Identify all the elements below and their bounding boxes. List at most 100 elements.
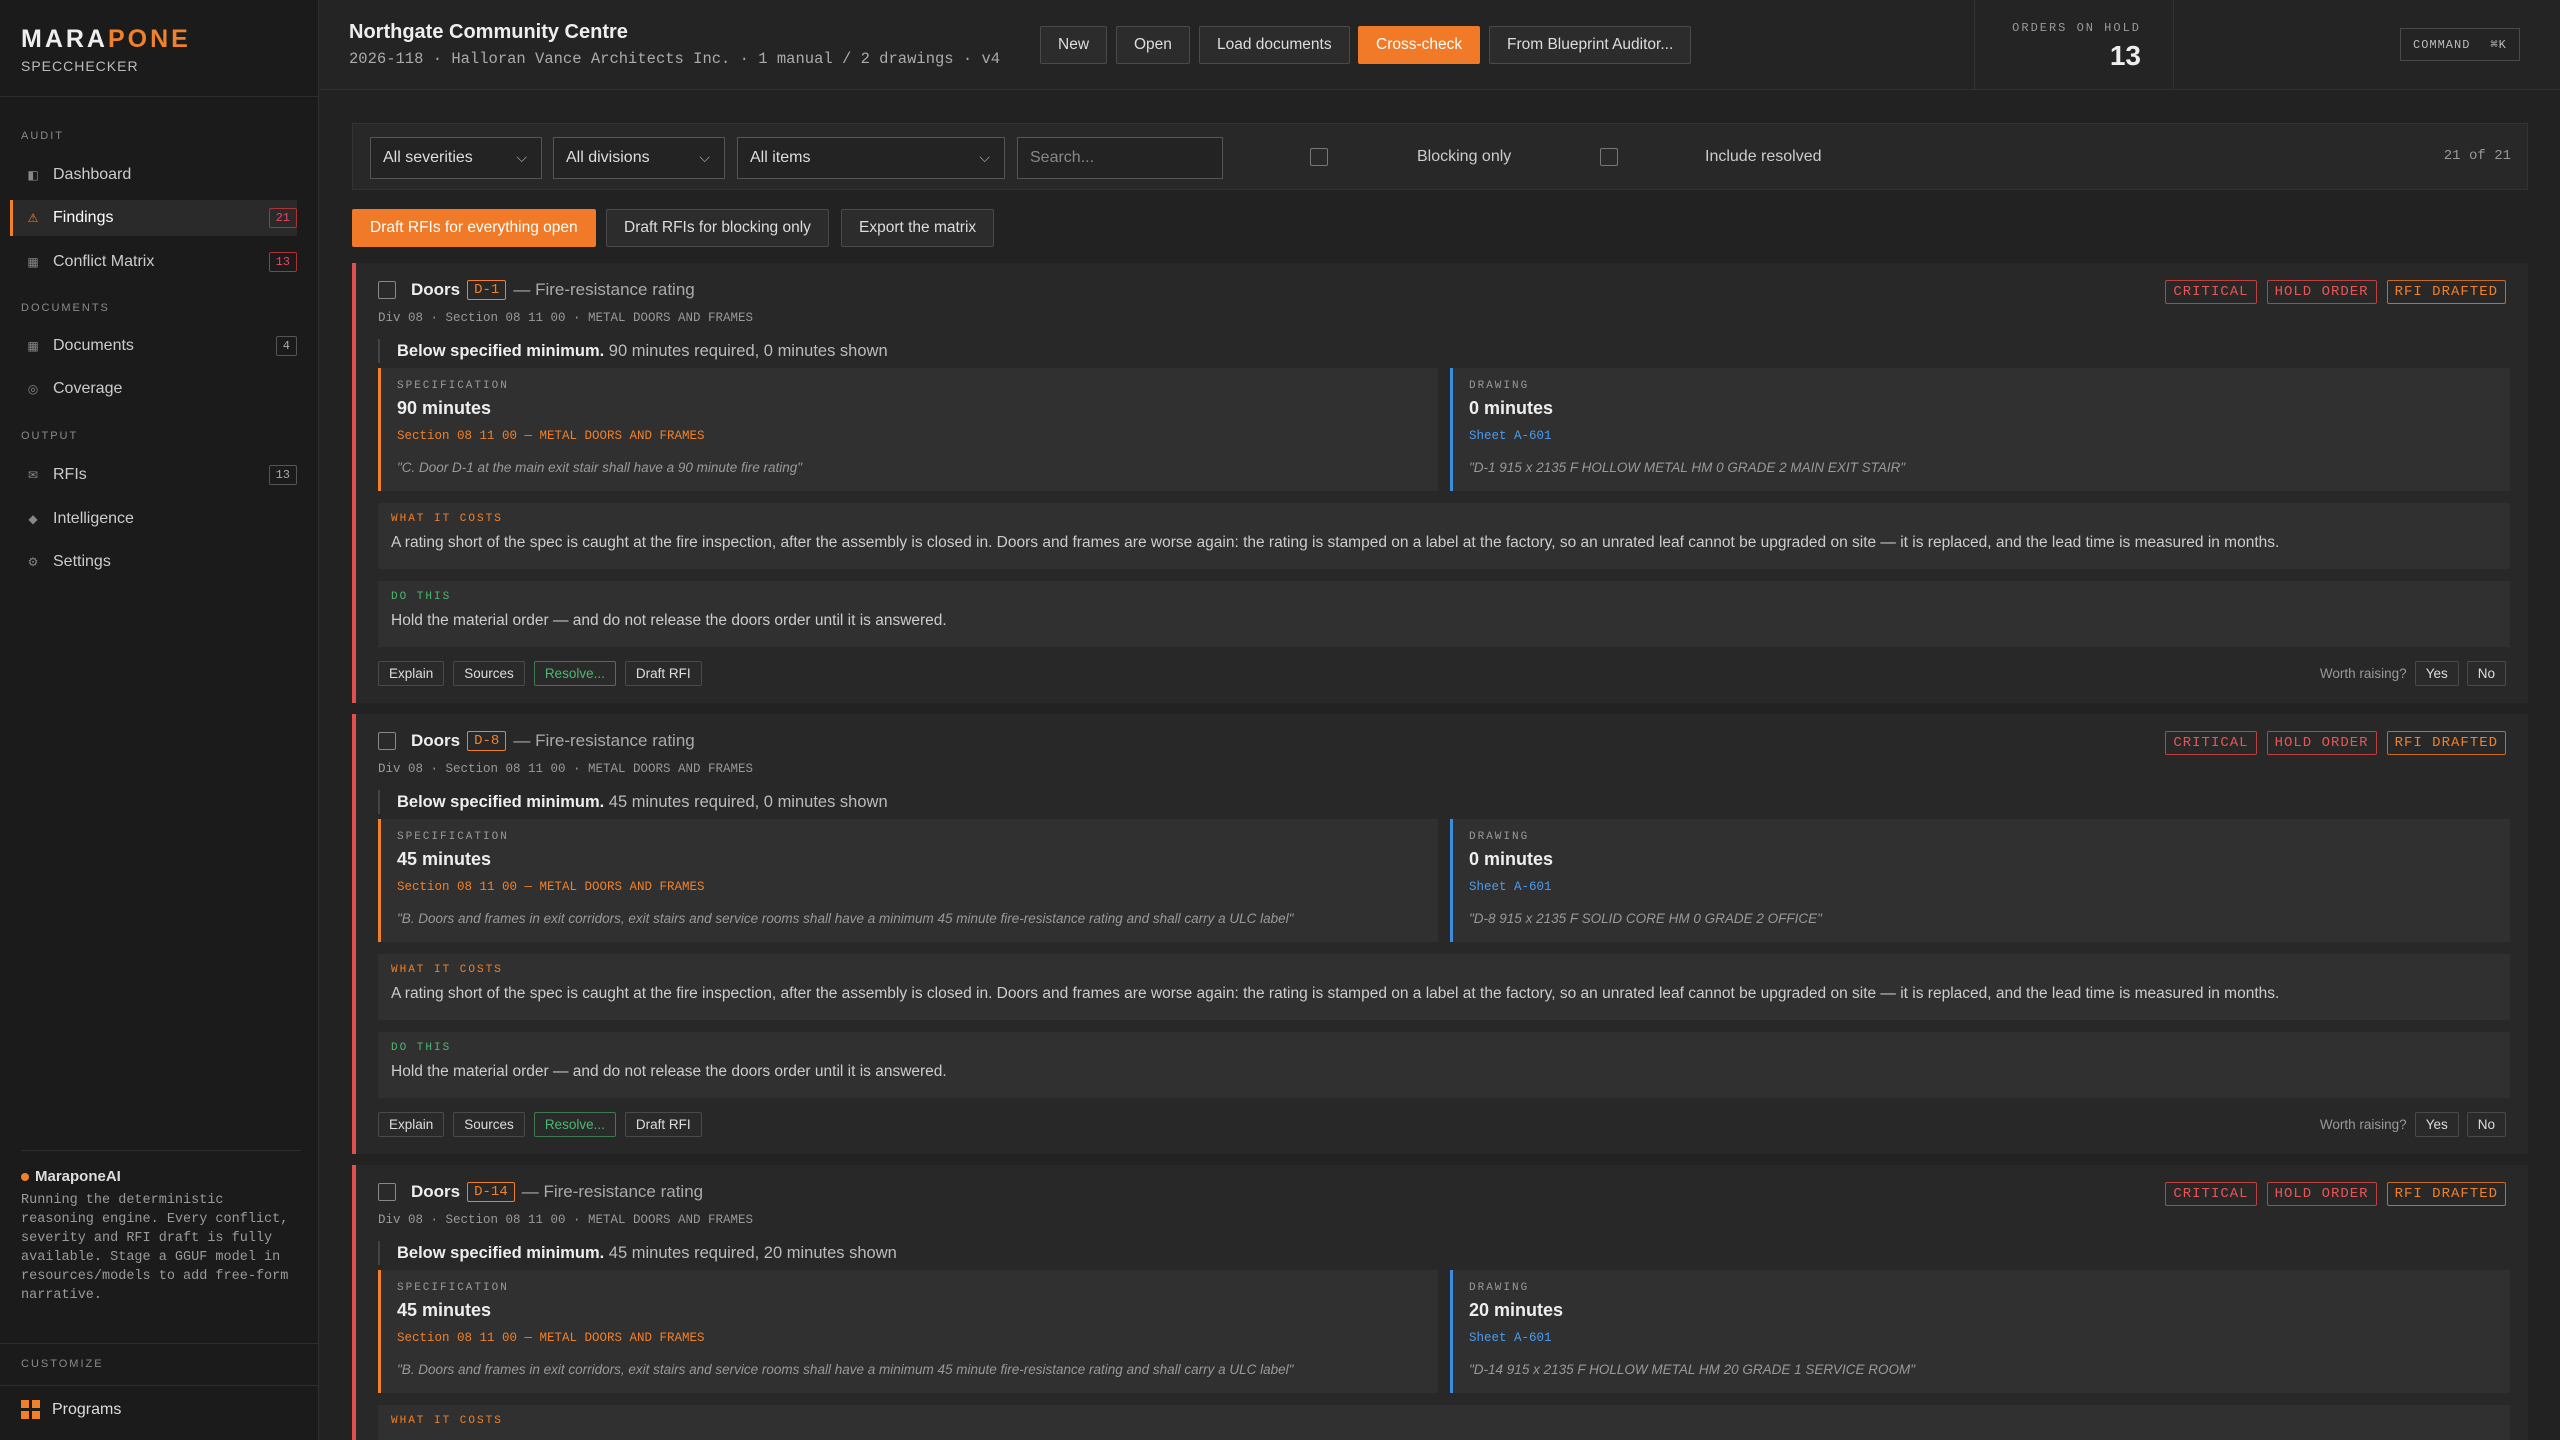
- sidebar-item-settings[interactable]: ⚙ Settings: [10, 544, 297, 580]
- filter-bar: All severities ⌵ All divisions ⌵ All items…: [352, 123, 2528, 190]
- sidebar-item-intelligence[interactable]: ◆ Intelligence: [10, 501, 297, 537]
- ai-description: Running the deterministic reasoning engi…: [21, 1193, 289, 1303]
- sidebar-item-rfis[interactable]: ✉ RFIs 13: [10, 457, 297, 493]
- cross-check-button[interactable]: Cross-check: [1358, 26, 1481, 64]
- panel-label: SPECIFICATION: [397, 1282, 509, 1294]
- panel-label: DRAWING: [1469, 380, 1530, 392]
- draft-rfis-blocking-button[interactable]: Draft RFIs for blocking only: [606, 209, 829, 247]
- divider: [21, 1150, 301, 1151]
- drawing-sheet-link[interactable]: Sheet A-601: [1469, 1331, 2494, 1345]
- spec-value: 45 minutes: [397, 849, 492, 869]
- count-badge: 21: [268, 208, 297, 228]
- finding-title: — Fire-resistance rating: [521, 1182, 704, 1201]
- sidebar-item-label: Conflict Matrix: [53, 253, 155, 270]
- intelligence-icon: ◆: [28, 512, 38, 526]
- command-label: COMMAND: [2413, 37, 2471, 52]
- worth-raising: Worth raising? Yes No: [2320, 661, 2506, 686]
- finding-category: Doors: [411, 1182, 461, 1201]
- programs-link[interactable]: Programs: [21, 1400, 121, 1419]
- count-badge: 13: [268, 465, 297, 485]
- cost-text: A rating short of the spec is caught at …: [391, 985, 2280, 1002]
- drawing-sheet-link[interactable]: Sheet A-601: [1469, 880, 2494, 894]
- finding-checkbox[interactable]: [378, 281, 396, 299]
- sidebar-item-dashboard[interactable]: ◧ Dashboard: [10, 157, 297, 193]
- finding-card: Doors D-14 — Fire-resistance rating Div …: [352, 1165, 2528, 1440]
- spec-reference-link[interactable]: Section 08 11 00 — METAL DOORS AND FRAME…: [397, 429, 1422, 443]
- resolve-button[interactable]: Resolve...: [533, 661, 616, 686]
- sidebar-item-label: Intelligence: [53, 510, 134, 527]
- no-button[interactable]: No: [2466, 1112, 2506, 1137]
- sidebar-item-label: RFIs: [53, 466, 87, 483]
- drawing-quote: "D-8 915 x 2135 F SOLID CORE HM 0 GRADE …: [1469, 911, 1822, 926]
- export-matrix-button[interactable]: Export the matrix: [841, 209, 995, 247]
- do-this-label: DO THIS: [391, 1042, 452, 1054]
- cost-label: WHAT IT COSTS: [391, 1415, 503, 1427]
- drawing-quote: "D-14 915 x 2135 F HOLLOW METAL HM 20 GR…: [1469, 1362, 1915, 1377]
- include-resolved-checkbox[interactable]: [1600, 148, 1618, 166]
- open-button[interactable]: Open: [1116, 26, 1190, 64]
- finding-summary: Below specified minimum. 90 minutes requ…: [378, 339, 888, 363]
- project-subtitle: 2026-118 · Halloran Vance Architects Inc…: [349, 50, 1001, 68]
- sources-button[interactable]: Sources: [453, 661, 525, 686]
- hold-order-badge: HOLD ORDER: [2266, 1182, 2377, 1206]
- drawing-sheet-link[interactable]: Sheet A-601: [1469, 429, 2494, 443]
- panel-label: SPECIFICATION: [397, 831, 509, 843]
- blocking-only-checkbox[interactable]: [1310, 148, 1328, 166]
- rfi-drafted-badge: RFI DRAFTED: [2386, 731, 2506, 755]
- division-value: All divisions: [566, 149, 650, 166]
- critical-badge: CRITICAL: [2165, 280, 2257, 304]
- explain-button[interactable]: Explain: [378, 1112, 445, 1137]
- cost-label: WHAT IT COSTS: [391, 513, 503, 525]
- from-blueprint-auditor-button[interactable]: From Blueprint Auditor...: [1489, 26, 1692, 64]
- search-input[interactable]: Search...: [1017, 137, 1223, 179]
- sidebar-item-conflict-matrix[interactable]: ▦ Conflict Matrix 13: [10, 244, 297, 280]
- items-select[interactable]: All items ⌵: [737, 137, 1005, 179]
- severity-select[interactable]: All severities ⌵: [370, 137, 542, 179]
- cost-box: WHAT IT COSTS: [378, 1405, 2510, 1440]
- rfi-drafted-badge: RFI DRAFTED: [2386, 280, 2506, 304]
- ai-status-panel: MaraponeAI Running the deterministic rea…: [21, 1168, 301, 1305]
- sidebar-item-label: Documents: [53, 337, 134, 354]
- draft-rfis-all-button[interactable]: Draft RFIs for everything open: [352, 209, 596, 247]
- spec-quote: "B. Doors and frames in exit corridors, …: [397, 911, 1294, 926]
- draft-rfi-button[interactable]: Draft RFI: [624, 661, 702, 686]
- new-button[interactable]: New: [1040, 26, 1108, 64]
- division-select[interactable]: All divisions ⌵: [553, 137, 725, 179]
- sources-button[interactable]: Sources: [453, 1112, 525, 1137]
- finding-summary: Below specified minimum. 45 minutes requ…: [378, 790, 888, 814]
- load-documents-button[interactable]: Load documents: [1199, 26, 1350, 64]
- drawing-value: 20 minutes: [1469, 1300, 1564, 1320]
- sidebar-item-coverage[interactable]: ◎ Coverage: [10, 371, 297, 407]
- critical-badge: CRITICAL: [2165, 731, 2257, 755]
- finding-category: Doors: [411, 280, 461, 299]
- panel-label: DRAWING: [1469, 831, 1530, 843]
- badge-group: CRITICAL HOLD ORDER RFI DRAFTED: [2165, 1182, 2506, 1206]
- yes-button[interactable]: Yes: [2414, 1112, 2459, 1137]
- sidebar-item-documents[interactable]: ▦ Documents 4: [10, 328, 297, 364]
- yes-button[interactable]: Yes: [2414, 661, 2459, 686]
- chevron-down-icon: ⌵: [516, 149, 527, 165]
- sidebar-item-label: Findings: [53, 209, 114, 226]
- cost-label: WHAT IT COSTS: [391, 964, 503, 976]
- draft-rfi-button[interactable]: Draft RFI: [624, 1112, 702, 1137]
- matrix-icon: ▦: [27, 255, 39, 269]
- finding-checkbox[interactable]: [378, 732, 396, 750]
- worth-raising-label: Worth raising?: [2319, 1117, 2407, 1132]
- blocking-only-label: Blocking only: [1417, 148, 1512, 165]
- drawing-panel: DRAWING 20 minutes Sheet A-601 "D-14 915…: [1450, 1270, 2510, 1393]
- drawing-value: 0 minutes: [1469, 398, 1554, 418]
- top-bar: Northgate Community Centre 2026-118 · Ha…: [320, 0, 2560, 90]
- sidebar-item-findings[interactable]: ⚠ Findings 21: [10, 200, 297, 236]
- explain-button[interactable]: Explain: [378, 661, 445, 686]
- spec-reference-link[interactable]: Section 08 11 00 — METAL DOORS AND FRAME…: [397, 880, 1422, 894]
- divider: [0, 1385, 319, 1386]
- finding-checkbox[interactable]: [378, 1183, 396, 1201]
- no-button[interactable]: No: [2466, 661, 2506, 686]
- drawing-value: 0 minutes: [1469, 849, 1554, 869]
- finding-actions: Explain Sources Resolve... Draft RFI: [378, 661, 702, 686]
- resolve-button[interactable]: Resolve...: [533, 1112, 616, 1137]
- command-palette-button[interactable]: COMMAND ⌘K: [2400, 28, 2520, 61]
- spec-reference-link[interactable]: Section 08 11 00 — METAL DOORS AND FRAME…: [397, 1331, 1422, 1345]
- section-label-output: OUTPUT: [21, 430, 79, 442]
- finding-division: Div 08 · Section 08 11 00 · METAL DOORS …: [378, 311, 754, 325]
